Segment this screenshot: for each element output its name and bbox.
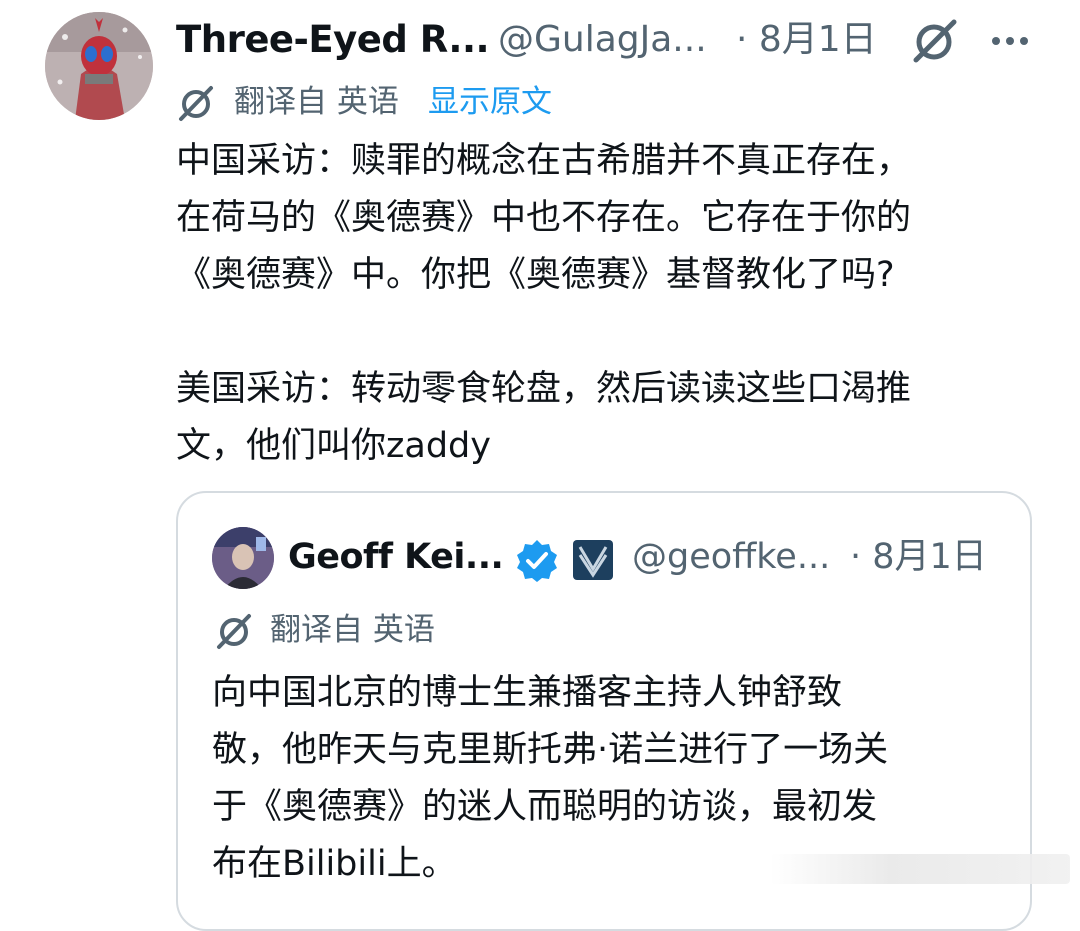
translate-grok-icon	[176, 84, 216, 122]
grok-icon[interactable]	[910, 18, 960, 64]
tweet-text-line: 中国采访：赎罪的概念在古希腊并不真正存在，	[176, 141, 912, 181]
show-original-link[interactable]: 显示原文	[428, 80, 552, 124]
verified-badge-icon	[514, 537, 560, 583]
quote-author-handle[interactable]: @geoffke...	[632, 531, 830, 583]
watermark	[770, 854, 1070, 884]
tweet-paragraph: 美国采访：转动零食轮盘，然后读读这些口渴推 文，他们叫你zaddy	[176, 361, 1036, 475]
quote-author-name[interactable]: Geoff Kei...	[288, 531, 504, 583]
quote-translation-label: 翻译自 英语	[270, 612, 435, 648]
more-icon[interactable]	[986, 18, 1034, 64]
affiliation-badge-icon[interactable]	[572, 539, 614, 581]
tweet-text-line: 在荷马的《奥德赛》中也不存在。它存在于你的	[176, 198, 912, 238]
translation-row: 翻译自 英语 显示原文	[176, 80, 776, 124]
author-name[interactable]: Three-Eyed R...	[176, 14, 490, 66]
tweet-text-line: 文，他们叫你zaddy	[176, 426, 491, 466]
translate-grok-icon	[214, 612, 254, 650]
quote-text-line: 敬，他昨天与克里斯托弗·诺兰进行了一场关	[212, 730, 889, 770]
quote-author-avatar[interactable]	[212, 527, 274, 589]
translation-label: 翻译自 英语	[234, 84, 399, 120]
tweet-date[interactable]: · 8月1日	[736, 14, 877, 66]
quote-text-line: 向中国北京的博士生兼播客主持人钟舒致	[212, 673, 843, 713]
tweet-text-line: 美国采访：转动零食轮盘，然后读读这些口渴推	[176, 369, 912, 409]
quote-date[interactable]: · 8月1日	[850, 531, 987, 583]
author-handle[interactable]: @GulagJa...	[498, 14, 707, 66]
author-avatar[interactable]	[45, 12, 153, 120]
tweet-header: Three-Eyed R... @GulagJa... · 8月1日	[176, 14, 1036, 66]
quote-translation-row: 翻译自 英语	[214, 608, 614, 652]
tweet-text-line: 《奥德赛》中。你把《奥德赛》基督教化了吗?	[176, 255, 895, 295]
quote-text-line: 于《奥德赛》的迷人而聪明的访谈，最初发	[212, 787, 878, 827]
tweet-text: 中国采访：赎罪的概念在古希腊并不真正存在， 在荷马的《奥德赛》中也不存在。它存在…	[176, 133, 1036, 475]
tweet-paragraph: 中国采访：赎罪的概念在古希腊并不真正存在， 在荷马的《奥德赛》中也不存在。它存在…	[176, 133, 1036, 304]
